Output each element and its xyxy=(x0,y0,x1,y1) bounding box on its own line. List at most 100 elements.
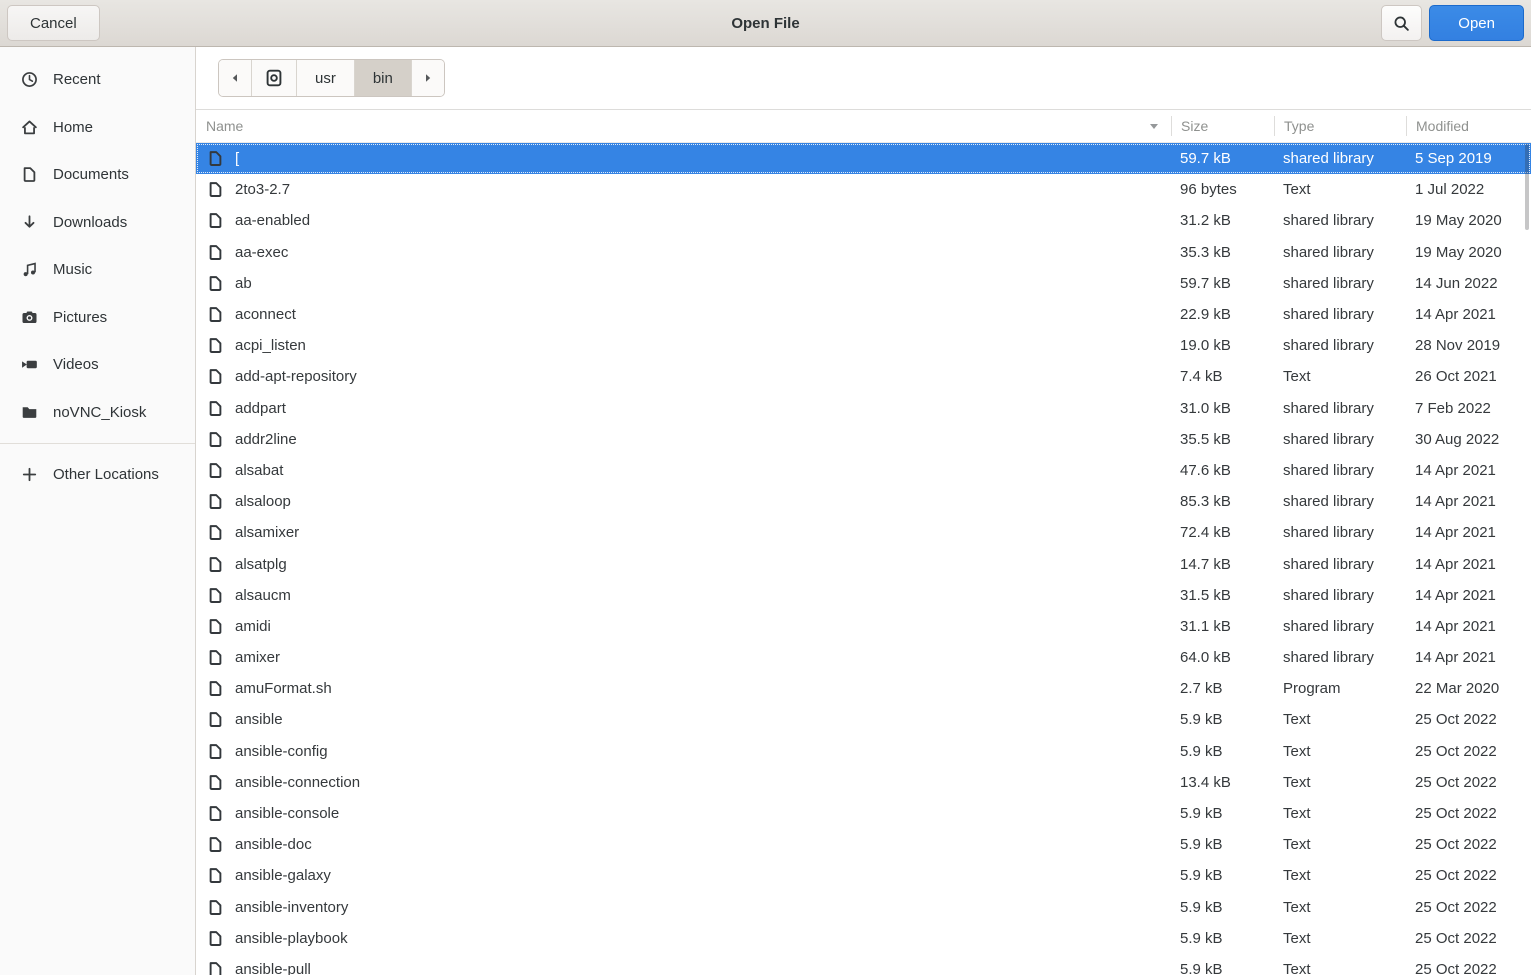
file-icon xyxy=(207,150,224,167)
path-crumb-usr[interactable]: usr xyxy=(297,60,355,96)
column-header-size[interactable]: Size xyxy=(1171,116,1274,136)
file-row-addpart[interactable]: addpart31.0 kBshared library7 Feb 2022 xyxy=(196,393,1531,424)
file-icon xyxy=(207,556,224,573)
cancel-button[interactable]: Cancel xyxy=(7,5,100,41)
file-row-aa-exec[interactable]: aa-exec35.3 kBshared library19 May 2020 xyxy=(196,237,1531,268)
file-icon xyxy=(207,774,224,791)
file-row-add-apt-repository[interactable]: add-apt-repository7.4 kBText26 Oct 2021 xyxy=(196,361,1531,392)
file-size: 31.1 kB xyxy=(1171,618,1274,635)
path-forward-button[interactable] xyxy=(412,60,444,96)
file-modified: 28 Nov 2019 xyxy=(1406,337,1531,354)
file-row-ansible-console[interactable]: ansible-console5.9 kBText25 Oct 2022 xyxy=(196,798,1531,829)
file-icon xyxy=(207,181,224,198)
file-row-ansible-config[interactable]: ansible-config5.9 kBText25 Oct 2022 xyxy=(196,736,1531,767)
file-row-addr2line[interactable]: addr2line35.5 kBshared library30 Aug 202… xyxy=(196,424,1531,455)
file-row-alsamixer[interactable]: alsamixer72.4 kBshared library14 Apr 202… xyxy=(196,517,1531,548)
column-header-type[interactable]: Type xyxy=(1274,116,1406,136)
sidebar-item-videos[interactable]: Videos xyxy=(0,341,195,389)
path-bar: usr bin xyxy=(218,59,445,97)
file-type: shared library xyxy=(1274,618,1406,635)
file-size: 59.7 kB xyxy=(1171,150,1274,167)
search-button[interactable] xyxy=(1381,5,1422,41)
sidebar-item-label: Recent xyxy=(53,71,101,88)
file-icon xyxy=(207,743,224,760)
path-crumb-bin[interactable]: bin xyxy=(355,60,412,96)
file-size: 31.0 kB xyxy=(1171,400,1274,417)
file-name: ansible-console xyxy=(235,805,339,822)
file-row-alsabat[interactable]: alsabat47.6 kBshared library14 Apr 2021 xyxy=(196,455,1531,486)
column-header-name[interactable]: Name xyxy=(196,116,1171,136)
file-icon xyxy=(207,836,224,853)
file-row-amuFormat-sh[interactable]: amuFormat.sh2.7 kBProgram22 Mar 2020 xyxy=(196,673,1531,704)
file-row-ansible-playbook[interactable]: ansible-playbook5.9 kBText25 Oct 2022 xyxy=(196,923,1531,954)
file-type: shared library xyxy=(1274,462,1406,479)
sidebar-separator xyxy=(0,443,195,444)
file-row--[interactable]: [59.7 kBshared library5 Sep 2019 xyxy=(196,143,1531,174)
file-row-ansible-pull[interactable]: ansible-pull5.9 kBText25 Oct 2022 xyxy=(196,954,1531,975)
file-modified: 25 Oct 2022 xyxy=(1406,743,1531,760)
file-name: amidi xyxy=(235,618,271,635)
sidebar-item-downloads[interactable]: Downloads xyxy=(0,199,195,247)
file-row-amidi[interactable]: amidi31.1 kBshared library14 Apr 2021 xyxy=(196,611,1531,642)
sidebar-item-pictures[interactable]: Pictures xyxy=(0,294,195,342)
file-size: 31.2 kB xyxy=(1171,212,1274,229)
file-type: shared library xyxy=(1274,587,1406,604)
file-type: shared library xyxy=(1274,431,1406,448)
file-row-amixer[interactable]: amixer64.0 kBshared library14 Apr 2021 xyxy=(196,642,1531,673)
clock-icon xyxy=(21,71,38,88)
file-size: 19.0 kB xyxy=(1171,337,1274,354)
file-size: 5.9 kB xyxy=(1171,711,1274,728)
file-row-aa-enabled[interactable]: aa-enabled31.2 kBshared library19 May 20… xyxy=(196,205,1531,236)
file-modified: 25 Oct 2022 xyxy=(1406,930,1531,947)
file-row-alsaucm[interactable]: alsaucm31.5 kBshared library14 Apr 2021 xyxy=(196,580,1531,611)
file-name: amuFormat.sh xyxy=(235,680,332,697)
path-root-button[interactable] xyxy=(252,60,297,96)
file-row-ansible-connection[interactable]: ansible-connection13.4 kBText25 Oct 2022 xyxy=(196,767,1531,798)
file-row-ansible-inventory[interactable]: ansible-inventory5.9 kBText25 Oct 2022 xyxy=(196,892,1531,923)
path-back-button[interactable] xyxy=(219,60,252,96)
sidebar-item-documents[interactable]: Documents xyxy=(0,151,195,199)
file-name: ansible-doc xyxy=(235,836,312,853)
file-icon xyxy=(207,400,224,417)
file-icon xyxy=(207,524,224,541)
sidebar-item-other-locations[interactable]: Other Locations xyxy=(0,451,195,499)
file-row-ansible-doc[interactable]: ansible-doc5.9 kBText25 Oct 2022 xyxy=(196,829,1531,860)
file-size: 72.4 kB xyxy=(1171,524,1274,541)
file-size: 5.9 kB xyxy=(1171,805,1274,822)
plus-icon xyxy=(21,466,38,483)
file-type: Text xyxy=(1274,899,1406,916)
file-name: ansible-galaxy xyxy=(235,867,331,884)
file-row-aconnect[interactable]: aconnect22.9 kBshared library14 Apr 2021 xyxy=(196,299,1531,330)
video-camera-icon xyxy=(21,356,38,373)
file-icon xyxy=(207,805,224,822)
file-modified: 25 Oct 2022 xyxy=(1406,836,1531,853)
sidebar-item-recent[interactable]: Recent xyxy=(0,56,195,104)
file-row-alsatplg[interactable]: alsatplg14.7 kBshared library14 Apr 2021 xyxy=(196,548,1531,579)
sidebar-item-novnc-kiosk[interactable]: noVNC_Kiosk xyxy=(0,389,195,437)
file-size: 5.9 kB xyxy=(1171,930,1274,947)
camera-icon xyxy=(21,309,38,326)
file-size: 35.5 kB xyxy=(1171,431,1274,448)
file-row-ansible-galaxy[interactable]: ansible-galaxy5.9 kBText25 Oct 2022 xyxy=(196,860,1531,891)
file-size: 59.7 kB xyxy=(1171,275,1274,292)
sidebar-item-home[interactable]: Home xyxy=(0,104,195,152)
open-button[interactable]: Open xyxy=(1429,5,1524,41)
file-row-alsaloop[interactable]: alsaloop85.3 kBshared library14 Apr 2021 xyxy=(196,486,1531,517)
file-size: 35.3 kB xyxy=(1171,244,1274,261)
sidebar-item-music[interactable]: Music xyxy=(0,246,195,294)
sidebar-item-label: Music xyxy=(53,261,92,278)
file-icon xyxy=(207,680,224,697)
column-header-modified[interactable]: Modified xyxy=(1406,116,1531,136)
file-row-ab[interactable]: ab59.7 kBshared library14 Jun 2022 xyxy=(196,268,1531,299)
file-name: ansible-pull xyxy=(235,961,311,975)
file-row-ansible[interactable]: ansible5.9 kBText25 Oct 2022 xyxy=(196,704,1531,735)
file-name: acpi_listen xyxy=(235,337,306,354)
file-name: addpart xyxy=(235,400,286,417)
file-size: 14.7 kB xyxy=(1171,556,1274,573)
file-modified: 30 Aug 2022 xyxy=(1406,431,1531,448)
file-modified: 19 May 2020 xyxy=(1406,212,1531,229)
vertical-scrollbar[interactable] xyxy=(1525,144,1529,230)
file-row-acpi-listen[interactable]: acpi_listen19.0 kBshared library28 Nov 2… xyxy=(196,330,1531,361)
file-row-2to3-2-7[interactable]: 2to3-2.796 bytesText1 Jul 2022 xyxy=(196,174,1531,205)
file-type: Text xyxy=(1274,961,1406,975)
